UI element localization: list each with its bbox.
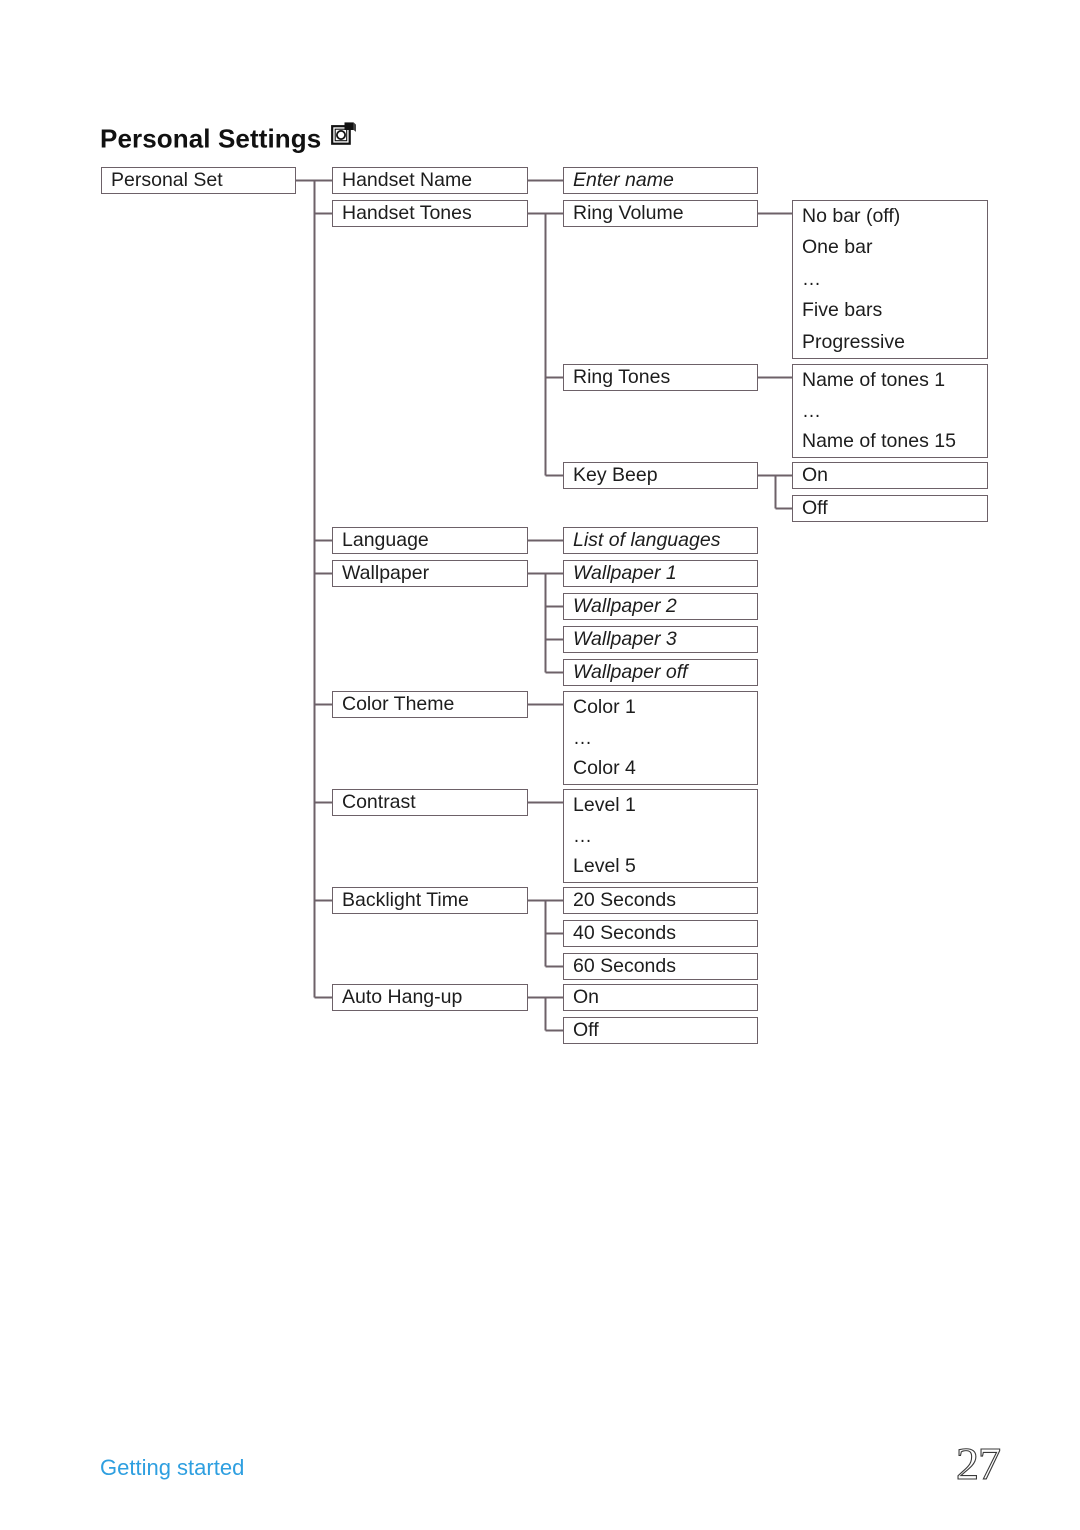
node-40-seconds[interactable]: 40 Seconds — [563, 920, 758, 947]
option-ellipsis: … — [802, 400, 823, 422]
node-personal-set[interactable]: Personal Set — [101, 167, 296, 194]
node-label: 20 Seconds — [573, 888, 676, 911]
node-ring-volume[interactable]: Ring Volume — [563, 200, 758, 227]
option-name-of-tones-1: Name of tones 1 — [802, 368, 946, 391]
node-label: Wallpaper 3 — [573, 627, 677, 650]
node-label: Off — [573, 1018, 599, 1041]
node-label: On — [573, 985, 600, 1008]
option-five-bars: Five bars — [802, 299, 883, 322]
node-wallpaper[interactable]: Wallpaper — [332, 560, 528, 587]
node-label: Wallpaper off — [573, 660, 688, 683]
node-label: List of languages — [573, 528, 721, 551]
node-label: Backlight Time — [342, 888, 469, 911]
option-color-1: Color 1 — [573, 695, 636, 718]
option-color-4: Color 4 — [573, 756, 636, 779]
node-wallpaper-off[interactable]: Wallpaper off — [563, 659, 758, 686]
node-20-seconds[interactable]: 20 Seconds — [563, 887, 758, 914]
node-label: Contrast — [342, 790, 416, 813]
node-enter-name[interactable]: Enter name — [563, 167, 758, 194]
node-color-theme-options[interactable]: Color 1 … Color 4 — [563, 691, 758, 785]
node-ring-volume-options[interactable]: No bar (off) One bar … Five bars Progres… — [792, 200, 988, 359]
node-label: 60 Seconds — [573, 954, 676, 977]
node-label: Wallpaper 2 — [573, 594, 677, 617]
node-label: Handset Tones — [342, 201, 472, 224]
node-key-beep-on[interactable]: On — [792, 462, 988, 489]
node-color-theme[interactable]: Color Theme — [332, 691, 528, 718]
node-label: On — [802, 463, 829, 486]
node-wallpaper-3[interactable]: Wallpaper 3 — [563, 626, 758, 653]
node-label: Handset Name — [342, 168, 473, 191]
page-number: 27 — [955, 1437, 1001, 1489]
node-label: Wallpaper — [342, 561, 430, 584]
option-name-of-tones-15: Name of tones 15 — [802, 429, 956, 452]
node-backlight-time[interactable]: Backlight Time — [332, 887, 528, 914]
node-label: Off — [802, 496, 828, 519]
menu-tree-diagram: Personal Set Handset Name Handset Tones … — [0, 0, 1080, 1100]
node-label: 40 Seconds — [573, 921, 676, 944]
node-label: Color Theme — [342, 692, 455, 715]
connector-lines — [295, 179, 793, 1032]
node-contrast[interactable]: Contrast — [332, 789, 528, 816]
node-ring-tones-options[interactable]: Name of tones 1 … Name of tones 15 — [792, 364, 988, 458]
node-key-beep[interactable]: Key Beep — [563, 462, 758, 489]
node-60-seconds[interactable]: 60 Seconds — [563, 953, 758, 980]
node-ring-tones[interactable]: Ring Tones — [563, 364, 758, 391]
node-label: Key Beep — [573, 463, 658, 486]
footer-section-label: Getting started — [100, 1455, 245, 1480]
option-ellipsis: … — [573, 727, 594, 749]
node-auto-hang-up-on[interactable]: On — [563, 984, 758, 1011]
node-contrast-options[interactable]: Level 1 … Level 5 — [563, 789, 758, 883]
node-wallpaper-1[interactable]: Wallpaper 1 — [563, 560, 758, 587]
node-list-of-languages[interactable]: List of languages — [563, 527, 758, 554]
option-no-bar: No bar (off) — [802, 204, 901, 227]
node-handset-name[interactable]: Handset Name — [332, 167, 528, 194]
node-language[interactable]: Language — [332, 527, 528, 554]
option-ellipsis: … — [802, 269, 823, 290]
option-level-1: Level 1 — [573, 793, 636, 816]
option-ellipsis: … — [573, 825, 594, 847]
node-label: Ring Tones — [573, 365, 671, 388]
node-auto-hang-up-off[interactable]: Off — [563, 1017, 758, 1044]
node-label: Enter name — [573, 168, 674, 191]
option-progressive: Progressive — [802, 330, 905, 353]
node-label: Language — [342, 528, 429, 551]
node-auto-hang-up[interactable]: Auto Hang-up — [332, 984, 528, 1011]
node-label: Personal Set — [111, 168, 223, 191]
node-label: Ring Volume — [573, 201, 684, 224]
node-key-beep-off[interactable]: Off — [792, 495, 988, 522]
option-one-bar: One bar — [802, 236, 873, 259]
node-wallpaper-2[interactable]: Wallpaper 2 — [563, 593, 758, 620]
option-level-5: Level 5 — [573, 854, 636, 877]
node-label: Auto Hang-up — [342, 985, 463, 1008]
node-label: Wallpaper 1 — [573, 561, 677, 584]
node-handset-tones[interactable]: Handset Tones — [332, 200, 528, 227]
